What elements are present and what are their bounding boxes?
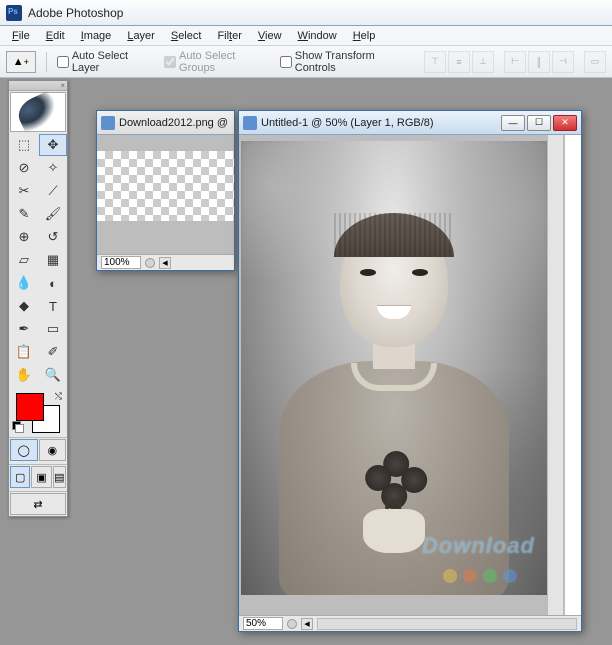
document-canvas-area[interactable] xyxy=(97,135,234,254)
screen-mode-full-menu-button[interactable]: ▣ xyxy=(31,466,51,488)
window-controls: — ☐ ✕ xyxy=(501,115,577,131)
menu-filter[interactable]: Filter xyxy=(209,28,249,44)
align-vcenter-button[interactable]: ≡ xyxy=(448,51,470,73)
scroll-left-arrow[interactable]: ◀ xyxy=(301,618,313,630)
menu-view[interactable]: View xyxy=(250,28,290,44)
photoshop-icon xyxy=(6,5,22,21)
tools-panel-header[interactable]: × xyxy=(9,81,67,91)
slice-tool[interactable]: ⟋ xyxy=(39,180,67,202)
imageready-button[interactable]: ⇄ xyxy=(10,493,66,515)
align-left-button[interactable]: ⊢ xyxy=(504,51,526,73)
show-transform-label: Show Transform Controls xyxy=(295,50,418,74)
app-title: Adobe Photoshop xyxy=(28,6,123,20)
menu-bar: File Edit Image Layer Select Filter View… xyxy=(0,26,612,46)
lasso-tool[interactable]: ⊘ xyxy=(10,157,38,179)
blur-tool[interactable]: 💧 xyxy=(10,272,38,294)
document-canvas-area[interactable]: Download xyxy=(239,135,565,615)
auto-select-groups-checkbox[interactable]: Auto Select Groups xyxy=(164,50,274,74)
horizontal-scrollbar[interactable] xyxy=(317,618,577,630)
document-title: Untitled-1 @ 50% (Layer 1, RGB/8) xyxy=(261,117,497,129)
scroll-left-arrow[interactable]: ◀ xyxy=(159,257,171,269)
document-icon xyxy=(243,116,257,130)
eraser-tool[interactable]: ▱ xyxy=(10,249,38,271)
foreground-color-swatch[interactable] xyxy=(16,393,44,421)
menu-select[interactable]: Select xyxy=(163,28,210,44)
healing-brush-tool[interactable]: ✎ xyxy=(10,203,38,225)
screen-mode-standard-button[interactable]: ▢ xyxy=(10,466,30,488)
document-status-bar: ◀ xyxy=(239,615,581,631)
path-selection-tool[interactable]: ◆ xyxy=(10,295,38,317)
clone-stamp-tool[interactable]: ⊕ xyxy=(10,226,38,248)
shape-tool[interactable]: ▭ xyxy=(39,318,67,340)
history-brush-tool[interactable]: ↺ xyxy=(39,226,67,248)
document-titlebar[interactable]: Download2012.png @ xyxy=(97,111,234,135)
zoom-input[interactable] xyxy=(101,256,141,269)
auto-select-layer-checkbox[interactable]: Auto Select Layer xyxy=(57,50,158,74)
notes-tool[interactable]: 📋 xyxy=(10,341,38,363)
transparent-canvas xyxy=(97,151,234,221)
marquee-tool[interactable]: ⬚ xyxy=(10,134,38,156)
tool-preview xyxy=(10,92,66,132)
menu-file[interactable]: File xyxy=(4,28,38,44)
current-tool-indicator[interactable]: ▲+ xyxy=(6,51,36,73)
separator xyxy=(46,52,47,72)
align-top-button[interactable]: ⊤ xyxy=(424,51,446,73)
zoom-tool[interactable]: 🔍 xyxy=(39,364,67,386)
color-swatches: ⤭ xyxy=(10,389,66,435)
brush-tool[interactable]: 🖌 xyxy=(39,203,67,225)
align-right-button[interactable]: ⊣ xyxy=(552,51,574,73)
type-tool[interactable]: T xyxy=(39,295,67,317)
watermark-text: Download xyxy=(422,533,535,559)
menu-image[interactable]: Image xyxy=(73,28,120,44)
menu-window[interactable]: Window xyxy=(290,28,345,44)
align-hcenter-button[interactable]: ║ xyxy=(528,51,550,73)
document-titlebar[interactable]: Untitled-1 @ 50% (Layer 1, RGB/8) — ☐ ✕ xyxy=(239,111,581,135)
close-icon[interactable]: × xyxy=(60,81,65,90)
feather-icon xyxy=(14,90,63,134)
document-title: Download2012.png @ xyxy=(119,117,230,129)
vertical-scrollbar[interactable] xyxy=(547,135,563,615)
standard-mode-button[interactable]: ◯ xyxy=(10,439,38,461)
pen-tool[interactable]: ✒ xyxy=(10,318,38,340)
show-transform-controls-checkbox[interactable]: Show Transform Controls xyxy=(280,50,418,74)
distribute-button[interactable]: ▭ xyxy=(584,51,606,73)
menu-edit[interactable]: Edit xyxy=(38,28,73,44)
maximize-button[interactable]: ☐ xyxy=(527,115,551,131)
quick-mask-mode-button[interactable]: ◉ xyxy=(39,439,67,461)
align-bottom-button[interactable]: ⊥ xyxy=(472,51,494,73)
image-canvas[interactable]: Download xyxy=(241,141,547,595)
workspace: × ⬚ ✥ ⊘ ✧ ✂ ⟋ ✎ 🖌 ⊕ ↺ ▱ ▦ 💧 ◐ ◆ T ✒ ▭ 📋 … xyxy=(0,78,612,645)
auto-select-groups-label: Auto Select Groups xyxy=(179,50,274,74)
options-bar: ▲+ Auto Select Layer Auto Select Groups … xyxy=(0,46,612,78)
gradient-tool[interactable]: ▦ xyxy=(39,249,67,271)
document-window-download2012[interactable]: Download2012.png @ ◀ xyxy=(96,110,235,271)
align-button-group: ⊤ ≡ ⊥ ⊢ ║ ⊣ ▭ xyxy=(424,51,606,73)
swap-colors-icon[interactable]: ⤭ xyxy=(55,391,62,402)
default-colors-icon[interactable] xyxy=(12,421,24,433)
auto-select-layer-label: Auto Select Layer xyxy=(72,50,158,74)
tools-panel: × ⬚ ✥ ⊘ ✧ ✂ ⟋ ✎ 🖌 ⊕ ↺ ▱ ▦ 💧 ◐ ◆ T ✒ ▭ 📋 … xyxy=(8,80,68,517)
eyedropper-tool[interactable]: ✐ xyxy=(39,341,67,363)
menu-help[interactable]: Help xyxy=(345,28,384,44)
menu-layer[interactable]: Layer xyxy=(119,28,163,44)
minimize-button[interactable]: — xyxy=(501,115,525,131)
magic-wand-tool[interactable]: ✧ xyxy=(39,157,67,179)
zoom-input[interactable] xyxy=(243,617,283,630)
document-window-untitled1[interactable]: Untitled-1 @ 50% (Layer 1, RGB/8) — ☐ ✕ xyxy=(238,110,582,632)
crop-tool[interactable]: ✂ xyxy=(10,180,38,202)
document-icon xyxy=(101,116,115,130)
dodge-tool[interactable]: ◐ xyxy=(39,272,67,294)
app-titlebar: Adobe Photoshop xyxy=(0,0,612,26)
watermark-dots xyxy=(443,569,517,583)
move-tool[interactable]: ✥ xyxy=(39,134,67,156)
close-button[interactable]: ✕ xyxy=(553,115,577,131)
hand-tool[interactable]: ✋ xyxy=(10,364,38,386)
status-menu-icon[interactable] xyxy=(145,258,155,268)
status-menu-icon[interactable] xyxy=(287,619,297,629)
screen-mode-full-button[interactable]: ▤ xyxy=(53,466,66,488)
document-status-bar: ◀ xyxy=(97,254,234,270)
